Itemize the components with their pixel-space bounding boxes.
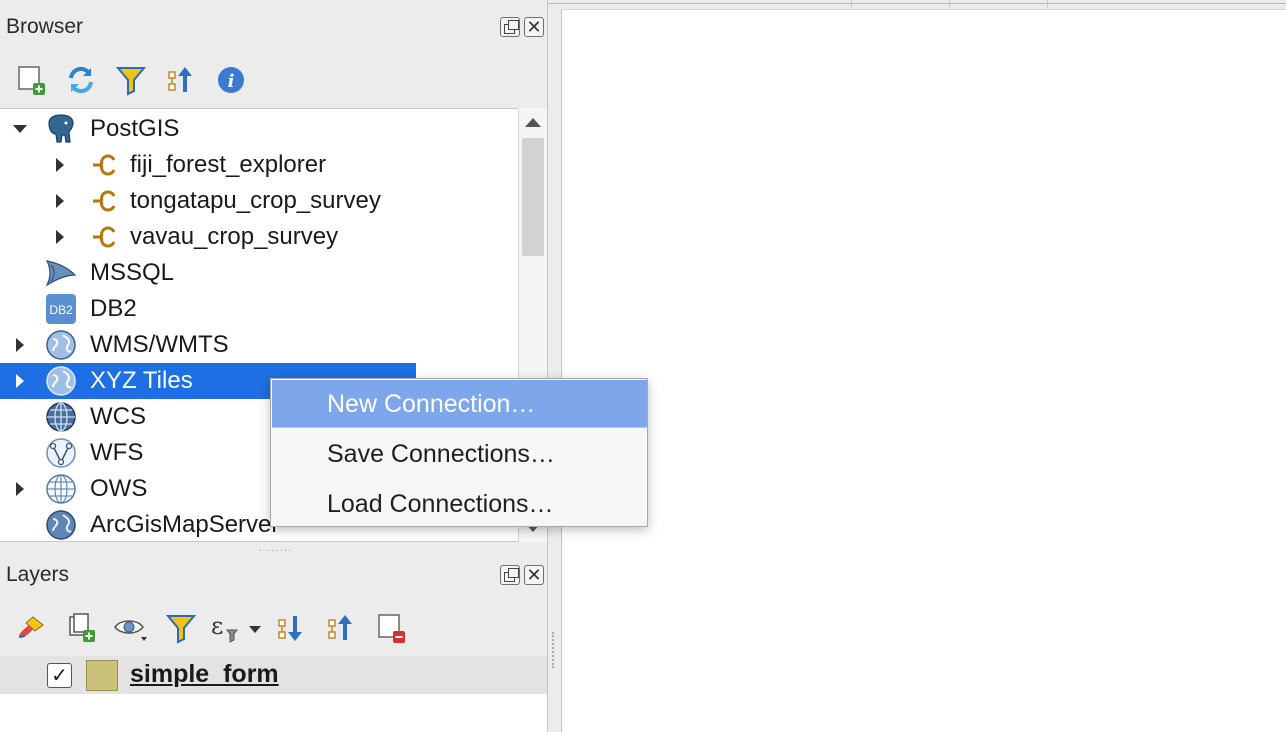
tree-item-label: vavau_crop_survey bbox=[130, 223, 339, 250]
db2-badge-text: DB2 bbox=[49, 303, 73, 317]
tree-item-label: DB2 bbox=[90, 295, 137, 322]
connection-icon bbox=[88, 221, 120, 253]
globe-grid-icon bbox=[45, 401, 77, 433]
tree-item-label: MSSQL bbox=[90, 259, 175, 286]
chevron-right-icon[interactable] bbox=[52, 193, 68, 209]
map-canvas[interactable] bbox=[561, 9, 1286, 732]
layers-list[interactable]: ✓ simple_form bbox=[0, 656, 547, 732]
collapse-all-icon[interactable] bbox=[316, 608, 366, 648]
globe-icon bbox=[45, 329, 77, 361]
add-group-icon[interactable] bbox=[56, 608, 106, 648]
filter-icon[interactable] bbox=[106, 60, 156, 100]
tree-item-label: PostGIS bbox=[90, 115, 180, 142]
qgis-window: Browser ✕ i PostGIS fiji_forest_explorer… bbox=[0, 0, 1286, 732]
tree-item-label: ArcGisMapServer bbox=[90, 511, 280, 538]
chevron-right-icon[interactable] bbox=[52, 157, 68, 173]
postgis-elephant-icon bbox=[45, 113, 77, 145]
menu-item-load-connections[interactable]: Load Connections… bbox=[272, 480, 647, 528]
tree-item-label: WCS bbox=[90, 403, 146, 430]
tree-item-label: fiji_forest_explorer bbox=[130, 151, 327, 178]
connection-icon bbox=[88, 149, 120, 181]
tree-item-fiji-forest-explorer[interactable]: fiji_forest_explorer bbox=[0, 147, 518, 183]
layer-row-simple-form[interactable]: ✓ simple_form bbox=[0, 656, 547, 694]
toolbar-separator bbox=[1047, 0, 1048, 8]
globe-icon bbox=[45, 365, 77, 397]
collapse-all-icon[interactable] bbox=[156, 60, 206, 100]
browser-panel-title: Browser bbox=[6, 15, 84, 38]
expand-all-icon[interactable] bbox=[266, 608, 316, 648]
db2-icon: DB2 bbox=[45, 293, 77, 325]
tree-item-label: XYZ Tiles bbox=[90, 367, 193, 394]
globe-outline-icon bbox=[45, 473, 77, 505]
layer-visibility-checkbox[interactable]: ✓ bbox=[47, 663, 72, 688]
tree-item-mssql[interactable]: MSSQL bbox=[0, 255, 518, 291]
left-dock: Browser ✕ i PostGIS fiji_forest_explorer… bbox=[0, 0, 548, 732]
add-layer-icon[interactable] bbox=[6, 60, 56, 100]
globe-icon bbox=[45, 509, 77, 541]
tree-item-db2[interactable]: DB2 DB2 bbox=[0, 291, 518, 327]
expression-glyph: ε bbox=[211, 612, 223, 640]
tree-item-tongatapu-crop-survey[interactable]: tongatapu_crop_survey bbox=[0, 183, 518, 219]
layers-close-button[interactable]: ✕ bbox=[524, 565, 544, 585]
layers-float-button[interactable] bbox=[500, 565, 520, 585]
menu-separator bbox=[272, 427, 647, 428]
chevron-right-icon[interactable] bbox=[12, 337, 28, 353]
tree-item-label: tongatapu_crop_survey bbox=[130, 187, 381, 214]
tree-item-vavau-crop-survey[interactable]: vavau_crop_survey bbox=[0, 219, 518, 255]
layer-symbol-swatch bbox=[86, 660, 118, 691]
layer-name: simple_form bbox=[130, 660, 279, 688]
wfs-icon bbox=[45, 437, 77, 469]
visibility-eye-icon[interactable] bbox=[106, 608, 156, 648]
svg-text:i: i bbox=[228, 71, 235, 92]
panel-splitter-handle[interactable]: ········ bbox=[258, 545, 293, 556]
tree-item-label: WFS bbox=[90, 439, 144, 466]
mssql-icon bbox=[45, 257, 77, 289]
layers-panel-title: Layers bbox=[6, 563, 70, 586]
filter-icon[interactable] bbox=[156, 608, 206, 648]
expression-filter-icon[interactable]: ε bbox=[206, 608, 266, 648]
tree-item-label: WMS/WMTS bbox=[90, 331, 229, 358]
scrollbar-thumb[interactable] bbox=[522, 138, 544, 256]
style-brush-icon[interactable] bbox=[6, 608, 56, 648]
browser-toolbar: i bbox=[6, 60, 256, 100]
menu-item-save-connections[interactable]: Save Connections… bbox=[272, 430, 647, 478]
chevron-right-icon[interactable] bbox=[12, 481, 28, 497]
toolbar-separator bbox=[949, 0, 950, 8]
scroll-up-arrow-icon[interactable] bbox=[525, 118, 541, 127]
layers-toolbar: ε bbox=[6, 608, 416, 648]
chevron-down-icon[interactable] bbox=[12, 121, 28, 137]
dock-divider[interactable] bbox=[547, 0, 548, 732]
menu-item-new-connection[interactable]: New Connection… bbox=[272, 380, 647, 428]
connection-icon bbox=[88, 185, 120, 217]
context-menu: New Connection… Save Connections… Load C… bbox=[270, 378, 648, 527]
info-icon[interactable]: i bbox=[206, 60, 256, 100]
browser-close-button[interactable]: ✕ bbox=[524, 17, 544, 37]
layers-dock-buttons: ✕ bbox=[500, 565, 544, 585]
browser-float-button[interactable] bbox=[500, 17, 520, 37]
tree-item-label: OWS bbox=[90, 475, 148, 502]
dock-resize-grip[interactable] bbox=[552, 632, 555, 668]
tree-item-postgis[interactable]: PostGIS bbox=[0, 111, 518, 147]
chevron-right-icon[interactable] bbox=[52, 229, 68, 245]
refresh-icon[interactable] bbox=[56, 60, 106, 100]
toolbar-separator bbox=[851, 0, 852, 8]
chevron-right-icon[interactable] bbox=[12, 373, 28, 389]
remove-layer-icon[interactable] bbox=[366, 608, 416, 648]
browser-dock-buttons: ✕ bbox=[500, 17, 544, 37]
tree-item-wms-wmts[interactable]: WMS/WMTS bbox=[0, 327, 518, 363]
